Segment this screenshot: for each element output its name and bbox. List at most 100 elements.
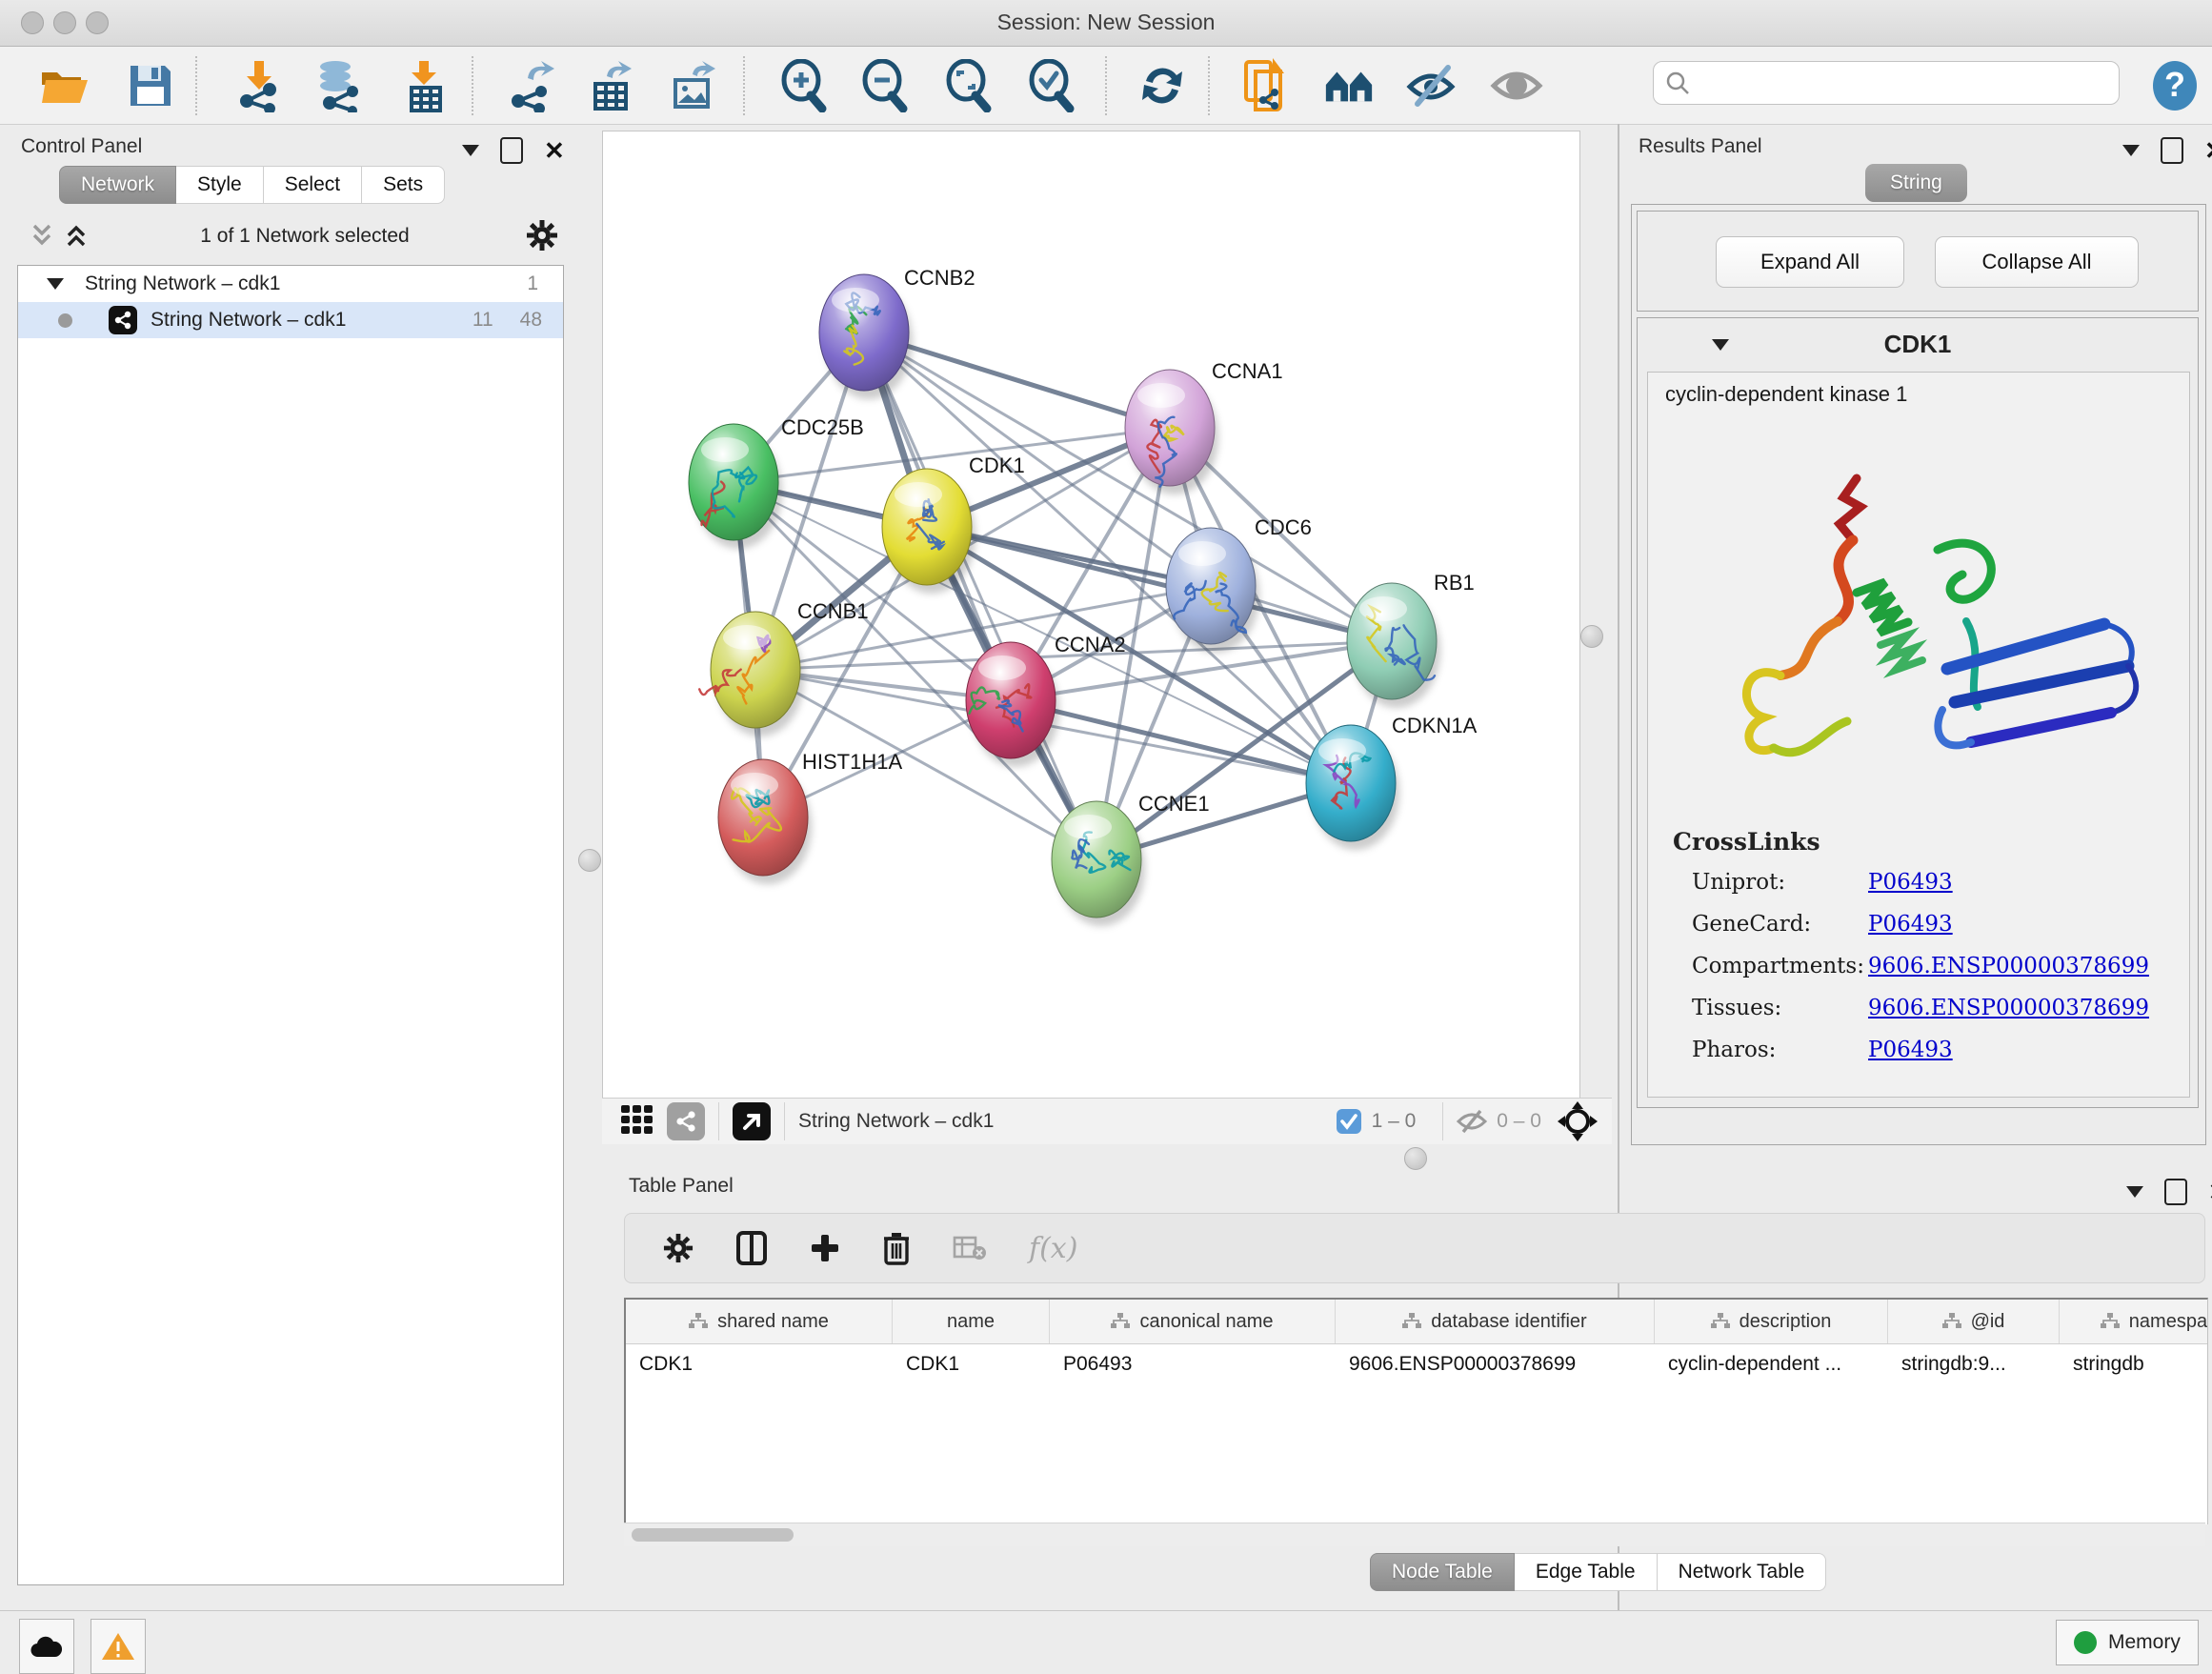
node-label-CDC25B: CDC25B	[781, 415, 864, 439]
crosslink-row: GeneCard:P06493	[1692, 912, 2178, 937]
column-header-database-identifier[interactable]: database identifier	[1336, 1300, 1655, 1343]
open-session-button[interactable]	[38, 59, 91, 112]
apply-layout-button[interactable]	[1136, 59, 1189, 112]
crosslink-value-link[interactable]: P06493	[1868, 1038, 1953, 1062]
right-splitter-handle[interactable]	[1580, 625, 1603, 648]
zoom-out-button[interactable]	[857, 59, 911, 112]
tab-string[interactable]: String	[1865, 164, 1967, 202]
export-table-button[interactable]	[584, 59, 637, 112]
zoom-in-button[interactable]	[776, 59, 830, 112]
tab-style[interactable]: Style	[176, 166, 264, 204]
expand-all-button[interactable]: Expand All	[1716, 236, 1904, 288]
table-row[interactable]: CDK1CDK1P064939606.ENSP00000378699cyclin…	[626, 1344, 2207, 1384]
column-header-description[interactable]: description	[1655, 1300, 1888, 1343]
zoom-out-icon	[859, 59, 909, 112]
column-header-shared-name[interactable]: shared name	[626, 1300, 893, 1343]
network-row-selected[interactable]: String Network – cdk1 11 48	[18, 302, 563, 338]
first-neighbors-button[interactable]	[1238, 59, 1292, 112]
collapse-all-button[interactable]: Collapse All	[1935, 236, 2139, 288]
zoom-fit-icon	[943, 59, 993, 112]
import-network-file-button[interactable]	[231, 59, 285, 112]
network-selection-summary: 1 of 1 Network selected	[124, 225, 486, 248]
network-edge-CCNB2-CCNE1[interactable]	[864, 333, 1096, 859]
table-cell[interactable]: CDK1	[893, 1344, 1050, 1384]
tab-edge-table[interactable]: Edge Table	[1515, 1553, 1658, 1591]
float-panel-icon[interactable]	[2161, 137, 2183, 164]
tab-network[interactable]: Network	[59, 166, 176, 204]
column-header-canonical-name[interactable]: canonical name	[1050, 1300, 1336, 1343]
scrollbar-thumb[interactable]	[632, 1528, 794, 1542]
grid-view-button[interactable]	[619, 1101, 655, 1142]
float-panel-icon[interactable]	[2164, 1179, 2187, 1205]
expand-collapse-bar: Expand All Collapse All	[1637, 211, 2199, 312]
panel-menu-icon[interactable]	[2122, 145, 2140, 156]
table-options-gear-icon[interactable]	[663, 1233, 694, 1263]
panel-menu-icon[interactable]	[2126, 1186, 2143, 1198]
network-collection-row[interactable]: String Network – cdk1 1	[18, 266, 563, 302]
table-horizontal-scrollbar[interactable]	[624, 1523, 2205, 1546]
zoom-fit-button[interactable]	[941, 59, 995, 112]
birds-eye-navigator-icon[interactable]	[1557, 1100, 1599, 1142]
home-button[interactable]	[1322, 59, 1376, 112]
left-splitter-handle[interactable]	[578, 849, 601, 872]
expand-all-networks-button[interactable]	[63, 222, 90, 253]
protein-structure-image	[1652, 426, 2185, 807]
column-header-namespace[interactable]: namespace	[2060, 1300, 2208, 1343]
import-table-button[interactable]	[398, 59, 452, 112]
crosslink-value-link[interactable]: 9606.ENSP00000378699	[1868, 996, 2149, 1020]
delete-column-trash-icon[interactable]	[882, 1231, 911, 1265]
hidden-eye-icon[interactable]	[1457, 1108, 1487, 1135]
close-panel-icon[interactable]: ✕	[544, 138, 565, 163]
search-input[interactable]	[1699, 71, 2103, 95]
selection-counters: 1 – 0 0 – 0	[1336, 1100, 1612, 1142]
toolbar-search-field[interactable]	[1653, 61, 2120, 105]
crosslink-value-link[interactable]: P06493	[1868, 870, 1953, 895]
table-panel-controls: ✕	[2126, 1179, 2212, 1205]
collapse-all-networks-button[interactable]	[29, 222, 55, 253]
tab-node-table[interactable]: Node Table	[1370, 1553, 1515, 1591]
close-panel-icon[interactable]: ✕	[2208, 1180, 2212, 1204]
table-cell[interactable]: stringdb:9...	[1888, 1344, 2060, 1384]
hide-selected-button[interactable]	[1406, 59, 1459, 112]
show-columns-icon[interactable]	[735, 1230, 768, 1266]
tab-sets[interactable]: Sets	[362, 166, 445, 204]
panel-menu-icon[interactable]	[462, 145, 479, 156]
float-panel-icon[interactable]	[500, 137, 523, 164]
memory-button[interactable]: Memory	[2056, 1620, 2199, 1665]
selected-checkbox-icon[interactable]	[1336, 1108, 1362, 1135]
export-image-button[interactable]	[667, 59, 720, 112]
node-label-RB1: RB1	[1434, 571, 1475, 595]
network-view-canvas[interactable]: CCNB2CCNA1CDC25BCDK1CDC6RB1CCNB1CCNA2CDK…	[602, 131, 1580, 1099]
network-tree: String Network – cdk1 1 String Network –…	[17, 265, 564, 1585]
table-cell[interactable]: CDK1	[626, 1344, 893, 1384]
save-session-button[interactable]	[124, 59, 177, 112]
collection-label: String Network – cdk1	[85, 272, 280, 295]
tab-network-table[interactable]: Network Table	[1658, 1553, 1827, 1591]
table-cell[interactable]: cyclin-dependent ...	[1655, 1344, 1888, 1384]
network-style-button[interactable]	[667, 1102, 705, 1140]
network-graph[interactable]: CCNB2CCNA1CDC25BCDK1CDC6RB1CCNB1CCNA2CDK…	[603, 131, 1579, 1099]
network-options-button[interactable]	[526, 219, 558, 256]
export-network-button[interactable]	[503, 59, 556, 112]
table-cell[interactable]: stringdb	[2060, 1344, 2208, 1384]
open-in-new-window-button[interactable]	[733, 1102, 771, 1140]
zoom-selected-button[interactable]	[1024, 59, 1077, 112]
show-all-button[interactable]	[1490, 59, 1543, 112]
help-button[interactable]: ?	[2148, 59, 2202, 112]
column-header-name[interactable]: name	[893, 1300, 1050, 1343]
import-network-database-button[interactable]	[312, 59, 366, 112]
cloud-status-button[interactable]	[19, 1619, 74, 1674]
open-folder-icon	[40, 65, 90, 107]
table-cell[interactable]: P06493	[1050, 1344, 1336, 1384]
warnings-button[interactable]	[90, 1619, 146, 1674]
close-panel-icon[interactable]: ✕	[2204, 138, 2212, 163]
collection-expander-icon[interactable]	[47, 278, 64, 290]
column-header--id[interactable]: @id	[1888, 1300, 2060, 1343]
add-column-plus-icon[interactable]	[810, 1233, 840, 1263]
tab-select[interactable]: Select	[264, 166, 362, 204]
refresh-icon	[1136, 60, 1188, 111]
table-cell[interactable]: 9606.ENSP00000378699	[1336, 1344, 1655, 1384]
help-icon: ?	[2151, 60, 2199, 111]
crosslink-value-link[interactable]: 9606.ENSP00000378699	[1868, 954, 2149, 978]
crosslink-value-link[interactable]: P06493	[1868, 912, 1953, 937]
